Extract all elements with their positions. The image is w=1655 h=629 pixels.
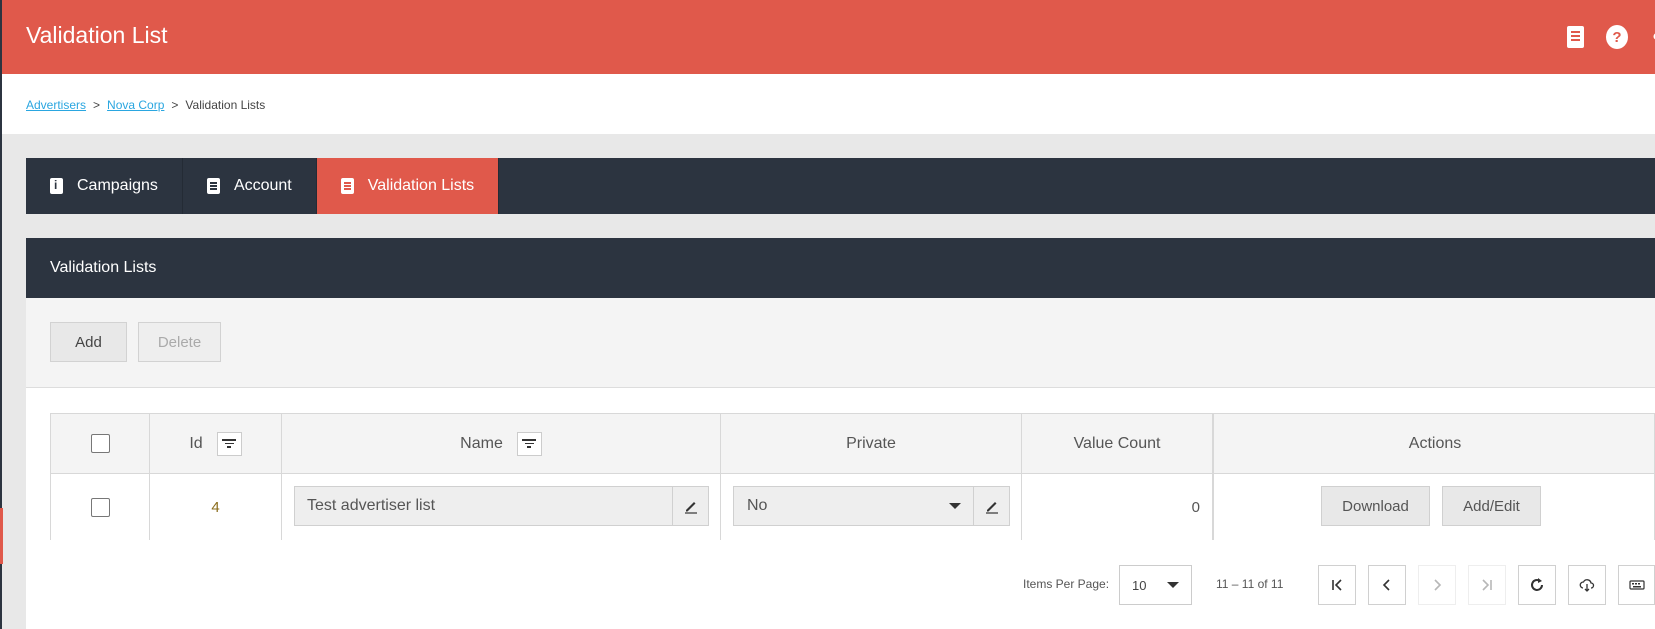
page-range: 11 – 11 of 11 [1216,577,1284,591]
filter-icon[interactable] [216,431,242,456]
private-select[interactable]: No [733,486,1010,526]
cloud-download-icon[interactable] [1568,565,1606,605]
row-select-cell [51,474,150,540]
refresh-icon[interactable] [1518,565,1556,605]
items-per-page-value: 10 [1132,577,1147,593]
row-value-count-cell: 0 [1022,474,1214,540]
add-edit-button[interactable]: Add/Edit [1442,486,1541,526]
tab-account[interactable]: Account [183,158,317,214]
row-id: 4 [211,498,220,516]
breadcrumb-bar: Advertisers > Nova Corp > Validation Lis… [2,74,1655,134]
table-header-row: Id Name Private Value Count Actions [51,414,1654,474]
items-per-page-label: Items Per Page: [1023,577,1110,591]
edit-icon[interactable] [973,487,1009,525]
tab-validation-lists[interactable]: Validation Lists [316,158,500,214]
delete-button[interactable]: Delete [138,322,221,362]
header-private: Private [721,414,1022,473]
panel-header: Validation Lists [26,238,1655,298]
row-checkbox[interactable] [90,497,110,517]
toolbar: Add Delete [26,298,1655,388]
first-page-icon[interactable] [1318,565,1356,605]
document-icon[interactable] [1564,26,1586,48]
add-button[interactable]: Add [50,322,127,362]
header-select-cell [51,414,150,473]
tab-label: Account [233,177,292,194]
user-icon[interactable]: ● [1646,26,1655,48]
chevron-down-icon [1167,582,1179,588]
help-icon[interactable]: ? [1606,25,1628,49]
filter-icon[interactable] [516,431,542,456]
header-actions: Actions [1214,414,1655,473]
page-title: Validation List [26,22,168,48]
private-value: No [747,497,768,514]
header-value-count: Value Count [1022,414,1214,473]
prev-page-icon[interactable] [1368,565,1406,605]
row-id-cell: 4 [150,474,282,540]
list-icon [340,178,354,194]
breadcrumb-current: Validation Lists [185,98,266,112]
tab-bar: Campaigns Account Validation Lists [26,158,1655,214]
row-value-count: 0 [1191,498,1200,516]
top-bar: Validation List ? ● [2,0,1655,74]
breadcrumb-separator: > [93,98,101,112]
items-per-page-select[interactable]: 10 [1119,565,1192,605]
chevron-down-icon [949,503,961,509]
info-icon [50,178,63,194]
download-button[interactable]: Download [1321,486,1430,526]
row-name-cell: Test advertiser list [282,474,721,540]
validation-lists-table: Id Name Private Value Count Actions 4 Te… [50,413,1655,540]
next-page-icon[interactable] [1418,565,1456,605]
name-field[interactable]: Test advertiser list [294,486,709,526]
panel-title: Validation Lists [50,259,157,276]
header-id: Id [150,414,282,473]
edit-icon[interactable] [672,487,708,525]
column-label-actions: Actions [1408,434,1462,452]
last-page-icon[interactable] [1468,565,1506,605]
tab-campaigns[interactable]: Campaigns [26,158,183,214]
header-name: Name [282,414,721,473]
breadcrumb-link-advertiser[interactable]: Nova Corp [107,98,164,112]
tab-label: Validation Lists [367,177,475,194]
keyboard-icon[interactable] [1618,565,1655,605]
list-icon [206,178,220,194]
name-value: Test advertiser list [307,497,436,514]
table-row: 4 Test advertiser list No 0 Download Add… [51,474,1654,540]
column-label-name: Name [460,434,503,452]
tab-label: Campaigns [77,177,158,194]
breadcrumb-separator: > [171,98,179,112]
left-edge-marker [0,508,3,564]
column-label-id: Id [189,434,203,452]
row-private-cell: No [721,474,1022,540]
row-actions-cell: Download Add/Edit [1214,474,1655,540]
column-label-private: Private [846,434,896,452]
select-all-checkbox[interactable] [90,434,110,453]
column-label-value-count: Value Count [1073,434,1161,452]
breadcrumb: Advertisers > Nova Corp > Validation Lis… [26,98,265,112]
breadcrumb-link-advertisers[interactable]: Advertisers [26,98,86,112]
